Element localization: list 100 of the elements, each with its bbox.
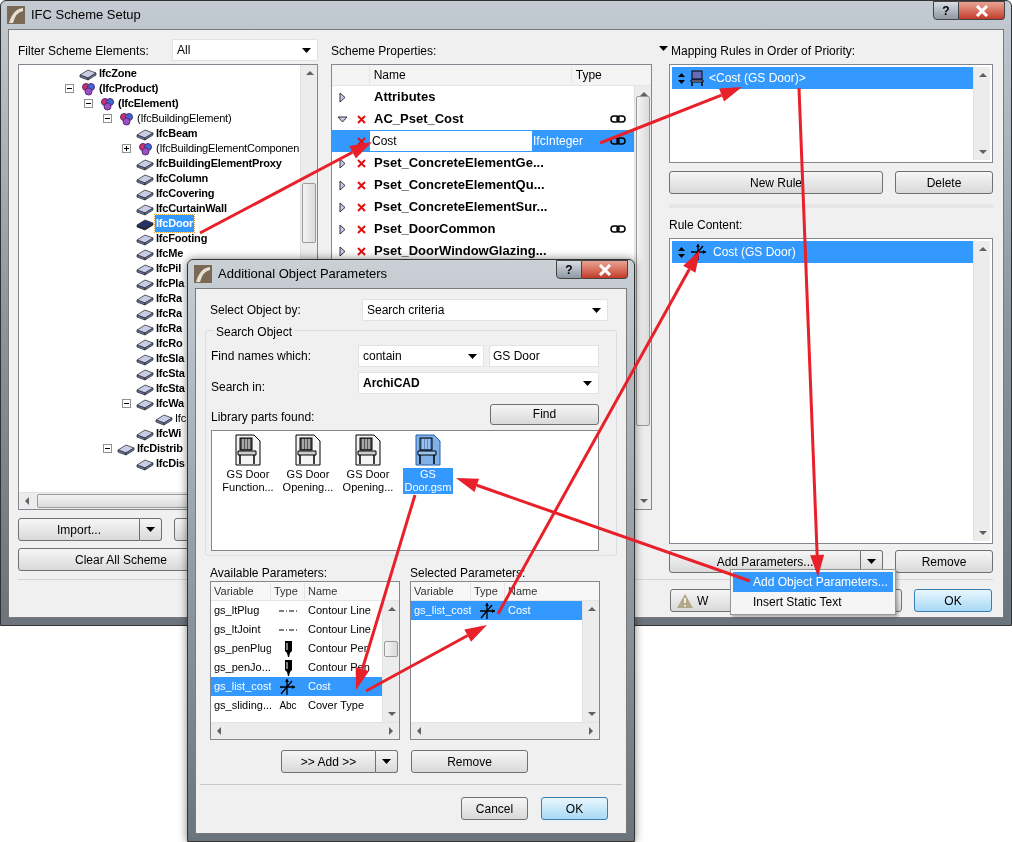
pen-icon (283, 659, 293, 676)
tree-item[interactable]: IfcPil (155, 260, 183, 277)
tree-item[interactable]: IfcWi (155, 425, 183, 442)
close-button[interactable] (582, 260, 628, 279)
variable-name: gs_penPlug (213, 641, 271, 657)
find-button[interactable]: Find (490, 403, 599, 425)
caret-right-icon[interactable] (336, 201, 348, 213)
dropdown[interactable]: contain (358, 345, 484, 367)
name-field[interactable]: GS Door (489, 345, 599, 367)
parameter-row[interactable]: gs_ltJoint Contour Line (211, 620, 382, 639)
tree-item[interactable]: (IfcBuildingElement) (136, 110, 233, 127)
scrollbar[interactable] (973, 241, 990, 541)
parameter-name: Contour Line (307, 603, 371, 619)
caret-right-icon[interactable] (336, 179, 348, 191)
collapse-button[interactable] (122, 399, 131, 408)
tree-item[interactable]: IfcPla (155, 275, 186, 292)
expand-button[interactable] (122, 144, 131, 153)
help-button[interactable]: ? (933, 1, 959, 20)
parameter-row[interactable]: gs_sliding... Abc Cover Type (211, 696, 382, 715)
ok-button[interactable]: OK (541, 797, 608, 820)
tree-item[interactable]: IfcDis (155, 455, 186, 472)
cancel-button[interactable]: Cancel (461, 797, 528, 820)
tree-item[interactable]: IfcFooting (155, 230, 209, 247)
property-row[interactable]: Attributes (332, 86, 634, 108)
scrollbar[interactable] (973, 67, 990, 160)
tree-item[interactable]: IfcRa (155, 320, 183, 337)
remove-button[interactable]: Remove (411, 750, 528, 773)
tree-item[interactable]: (IfcElement) (117, 95, 180, 112)
column-header[interactable]: Name (369, 66, 572, 84)
ok-button[interactable]: OK (914, 589, 992, 612)
block-icon (136, 216, 154, 231)
tree-item[interactable]: IfcDistrib (136, 440, 184, 457)
tree-item[interactable]: IfcCovering (155, 185, 216, 202)
tree-item[interactable]: IfcSla (155, 350, 186, 367)
remove-icon[interactable] (356, 246, 366, 256)
scrollbar[interactable] (582, 601, 599, 722)
tree-item[interactable]: IfcBeam (155, 125, 199, 142)
remove-icon[interactable] (356, 180, 366, 190)
caret-right-icon[interactable] (336, 91, 348, 103)
dropdown[interactable]: ArchiCAD (358, 372, 599, 394)
tree-item[interactable]: IfcSta (155, 380, 186, 397)
property-row[interactable]: Pset_DoorCommon (332, 218, 634, 240)
remove-icon[interactable] (356, 114, 366, 124)
collapse-button[interactable] (103, 114, 112, 123)
tree-item[interactable]: IfcMe (155, 245, 185, 262)
column-header[interactable]: Type (471, 582, 505, 600)
scrollbar[interactable] (211, 722, 399, 739)
scrollbar[interactable] (634, 86, 651, 509)
dropdown[interactable]: All (172, 39, 318, 61)
add-button[interactable]: >> Add >> (281, 750, 376, 773)
tree-item[interactable]: IfcZone (98, 65, 138, 82)
remove-icon[interactable] (356, 224, 366, 234)
collapse-button[interactable] (65, 84, 74, 93)
column-header[interactable]: Type (571, 66, 651, 84)
library-part[interactable]: GS Door Function... (218, 434, 278, 494)
close-button[interactable] (959, 1, 1005, 20)
import-button[interactable]: Import... (18, 518, 140, 541)
property-row[interactable]: Cost IfcInteger (332, 130, 634, 152)
column-header[interactable]: Variable (411, 582, 471, 600)
help-button[interactable]: ? (556, 260, 582, 279)
property-row[interactable]: Pset_ConcreteElementSur... (332, 196, 634, 218)
caret-right-icon[interactable] (336, 157, 348, 169)
tree-item[interactable]: (IfcBuildingElementComponen (155, 140, 300, 157)
tree-item[interactable]: IfcRa (155, 290, 183, 307)
tree-item[interactable]: IfcRa (155, 305, 183, 322)
dropdown-button[interactable] (376, 750, 398, 773)
collapse-button[interactable] (103, 444, 112, 453)
property-row[interactable]: Pset_DoorWindowGlazing... (332, 240, 634, 262)
caret-down-icon[interactable] (336, 113, 348, 125)
tree-item[interactable]: IfcBuildingElementProxy (155, 155, 283, 172)
tree-item[interactable]: IfcCurtainWall (155, 200, 228, 217)
delete-button[interactable]: Delete (895, 171, 993, 194)
tree-item[interactable]: IfcColumn (155, 170, 209, 187)
scrollbar[interactable] (411, 722, 599, 739)
menu-item[interactable]: Insert Static Text (733, 592, 893, 612)
column-header[interactable]: Name (305, 582, 338, 600)
remove-icon[interactable] (356, 202, 366, 212)
caret-right-icon[interactable] (336, 245, 348, 257)
tree-item[interactable]: IfcRo (155, 335, 184, 352)
tree-item[interactable]: IfcWa (155, 395, 185, 412)
tree-item[interactable]: (IfcProduct) (98, 80, 160, 97)
tree-item[interactable]: Ifc (174, 410, 187, 427)
remove-button[interactable]: Remove (895, 550, 993, 573)
tree-item[interactable]: IfcSta (155, 365, 186, 382)
library-part[interactable]: GS Door Opening... (338, 434, 398, 494)
remove-icon[interactable] (356, 158, 366, 168)
scrollbar[interactable] (382, 601, 399, 722)
property-row[interactable]: Pset_ConcreteElementGe... (332, 152, 634, 174)
column-header[interactable]: Type (271, 582, 305, 600)
property-row[interactable]: AC_Pset_Cost (332, 108, 634, 130)
dropdown-button[interactable] (140, 518, 162, 541)
caret-right-icon[interactable] (336, 223, 348, 235)
property-row[interactable]: Pset_ConcreteElementQu... (332, 174, 634, 196)
library-part[interactable]: GS Door Opening... (278, 434, 338, 494)
collapse-button[interactable] (84, 99, 93, 108)
name-field[interactable]: Cost (370, 131, 532, 151)
dropdown[interactable]: Search criteria (362, 299, 608, 321)
column-header[interactable]: Variable (211, 582, 271, 600)
field-label: Select Object by: (210, 302, 302, 319)
parameter-row[interactable]: gs_ltPlug Contour Line (211, 601, 382, 620)
